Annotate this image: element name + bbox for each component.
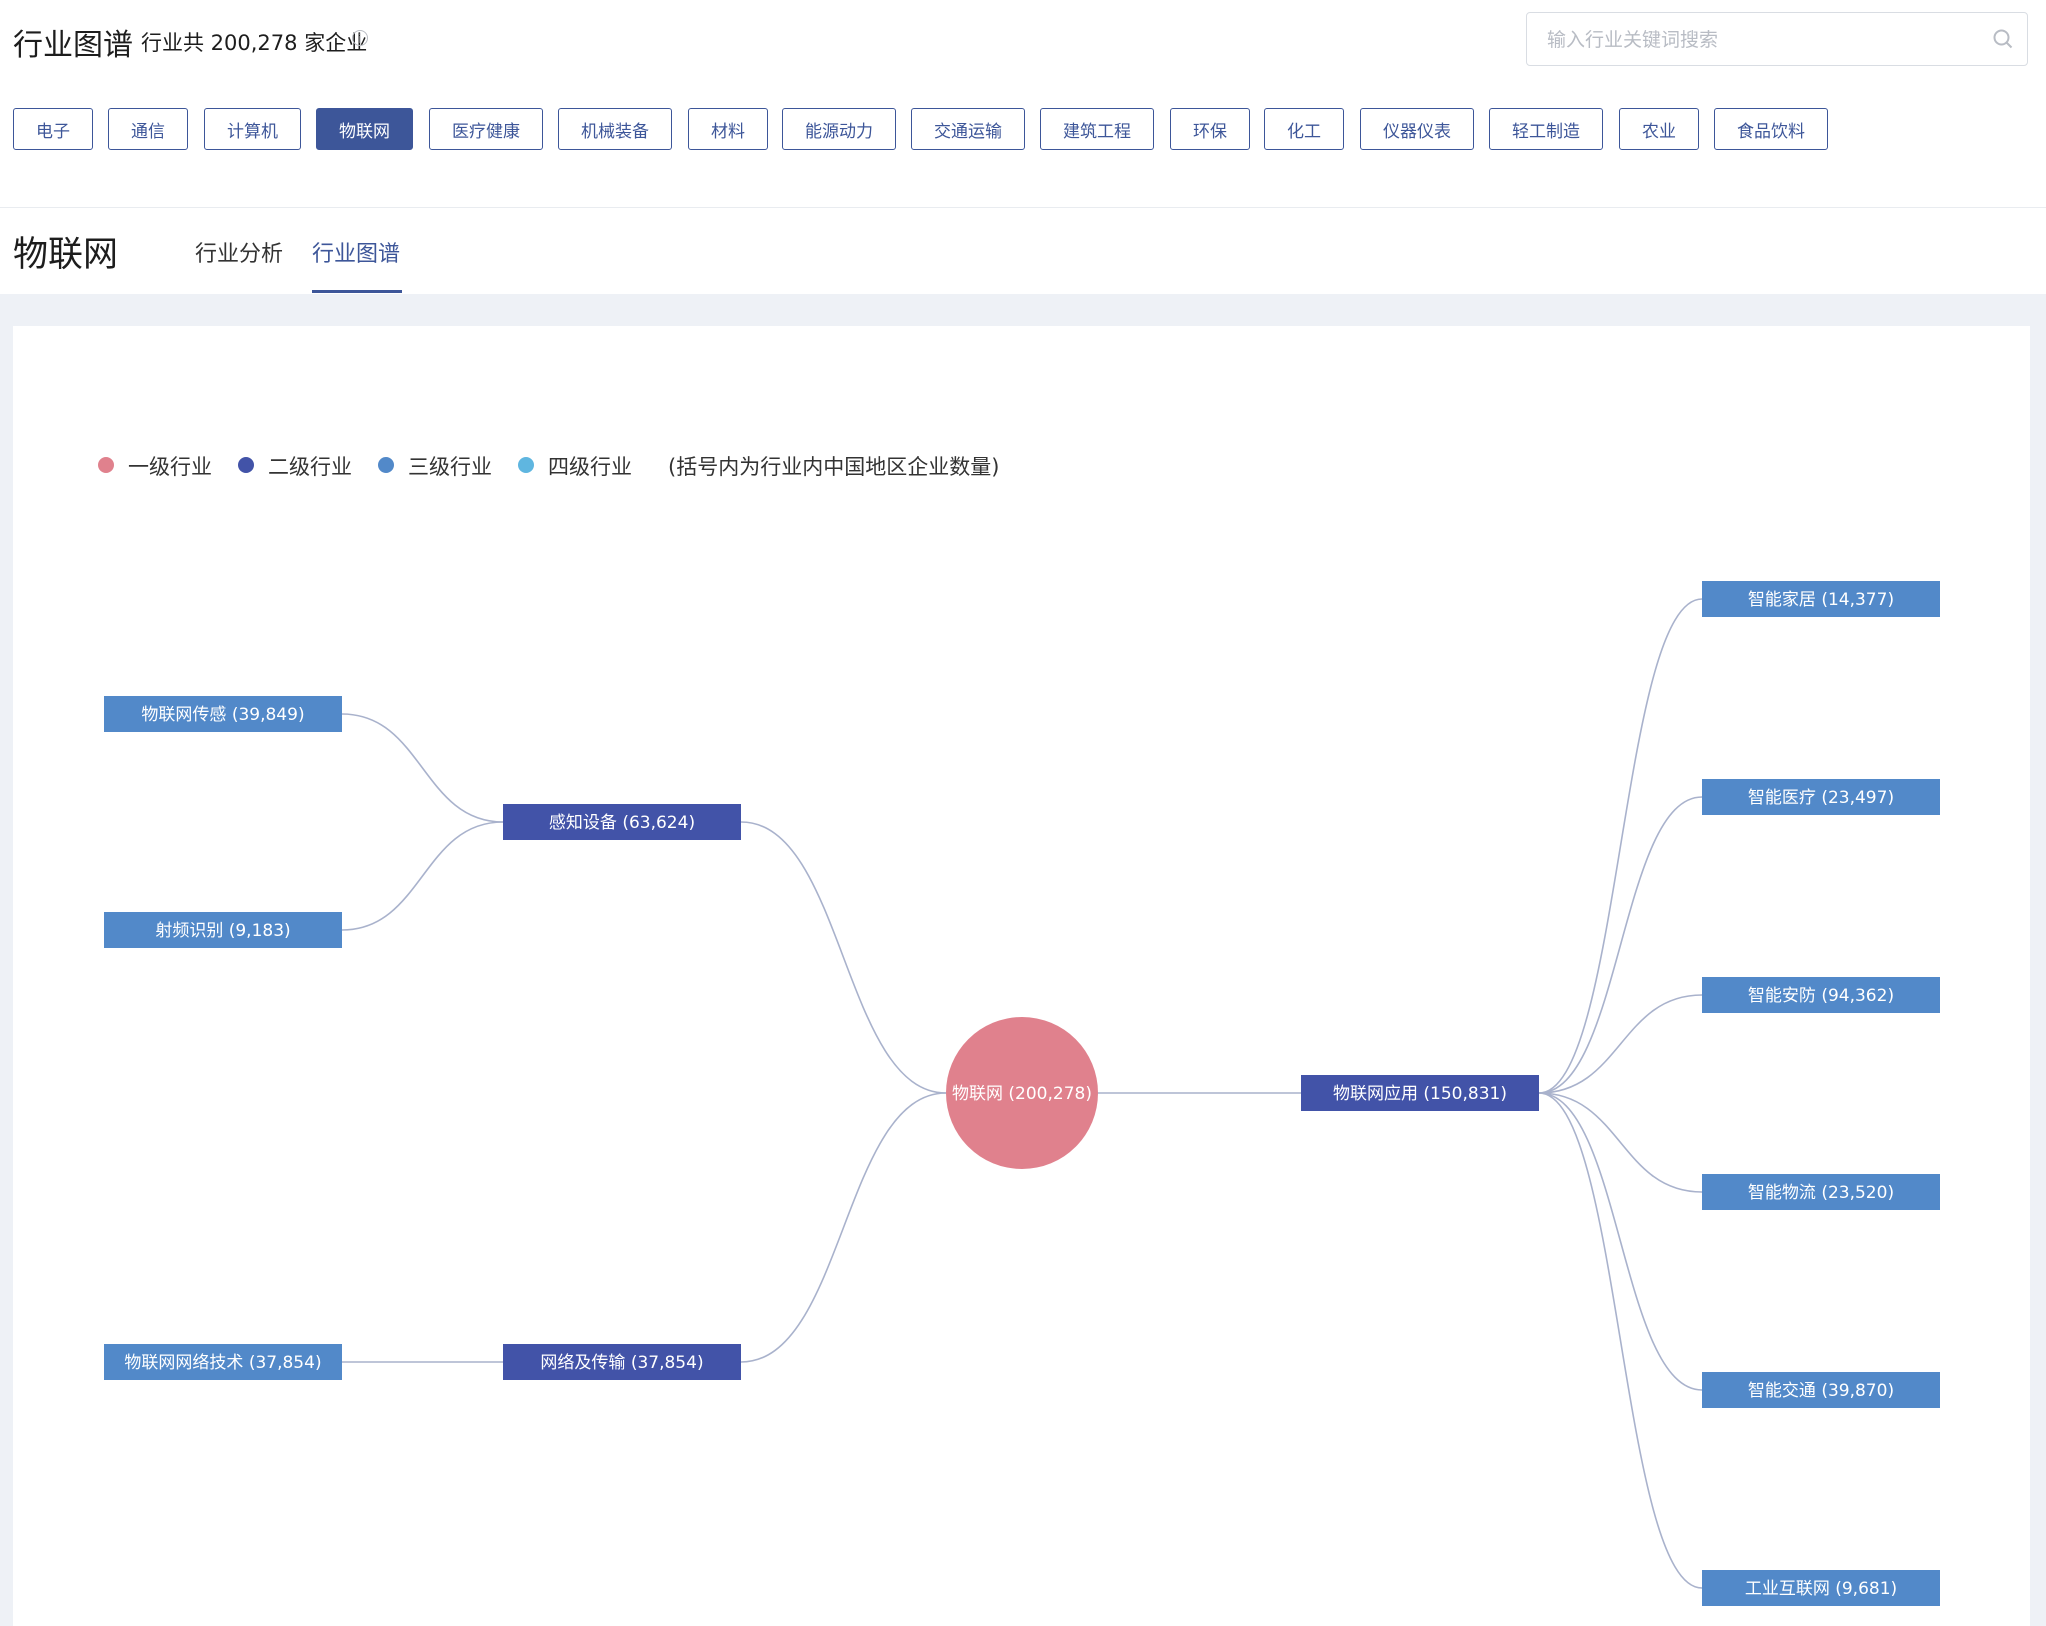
graph-edge	[1538, 1092, 1703, 1193]
graph-edge	[341, 713, 504, 823]
graph-edge	[1538, 1092, 1703, 1589]
graph-node-label: 智能安防 (94,362)	[1748, 986, 1894, 1006]
graph-node-app[interactable]: 物联网应用 (150,831)	[1301, 1075, 1539, 1111]
graph-node-label: 智能交通 (39,870)	[1748, 1381, 1894, 1401]
graph-edge	[341, 821, 504, 931]
graph-node-iot-sensor[interactable]: 物联网传感 (39,849)	[104, 696, 342, 732]
graph-edge	[1538, 598, 1703, 1094]
graph-node-root[interactable]: 物联网 (200,278)	[946, 1017, 1098, 1169]
graph-node-label: 智能物流 (23,520)	[1748, 1183, 1894, 1203]
graph-node-smart-logistics[interactable]: 智能物流 (23,520)	[1702, 1174, 1940, 1210]
graph-edge	[1538, 994, 1703, 1094]
graph-edge	[1538, 1092, 1703, 1391]
graph-node-network[interactable]: 网络及传输 (37,854)	[503, 1344, 741, 1380]
graph-node-sensing[interactable]: 感知设备 (63,624)	[503, 804, 741, 840]
graph-node-iot-net-tech[interactable]: 物联网网络技术 (37,854)	[104, 1344, 342, 1380]
graph-node-label: 工业互联网 (9,681)	[1745, 1579, 1897, 1599]
graph-node-smart-security[interactable]: 智能安防 (94,362)	[1702, 977, 1940, 1013]
graph-node-label: 物联网网络技术 (37,854)	[124, 1353, 321, 1373]
graph-node-label: 智能家居 (14,377)	[1748, 590, 1894, 610]
graph-node-label: 物联网应用 (150,831)	[1333, 1084, 1507, 1104]
graph-node-label: 智能医疗 (23,497)	[1748, 788, 1894, 808]
graph-node-label: 感知设备 (63,624)	[549, 813, 695, 833]
graph-node-rfid[interactable]: 射频识别 (9,183)	[104, 912, 342, 948]
graph-node-smart-traffic[interactable]: 智能交通 (39,870)	[1702, 1372, 1940, 1408]
graph-node-label: 网络及传输 (37,854)	[540, 1353, 703, 1373]
graph-node-industrial-internet[interactable]: 工业互联网 (9,681)	[1702, 1570, 1940, 1606]
industry-graph: 物联网 (200,278) 感知设备 (63,624) 网络及传输 (37,854)…	[104, 581, 1940, 1606]
graph-node-smart-home[interactable]: 智能家居 (14,377)	[1702, 581, 1940, 617]
graph-node-label: 物联网传感 (39,849)	[141, 705, 304, 725]
graph-node-smart-medical[interactable]: 智能医疗 (23,497)	[1702, 779, 1940, 815]
graph-edge	[740, 1092, 947, 1363]
root-node-label: 物联网 (200,278)	[952, 1084, 1092, 1104]
graph-node-label: 射频识别 (9,183)	[155, 921, 290, 941]
graph-edge	[740, 821, 947, 1094]
